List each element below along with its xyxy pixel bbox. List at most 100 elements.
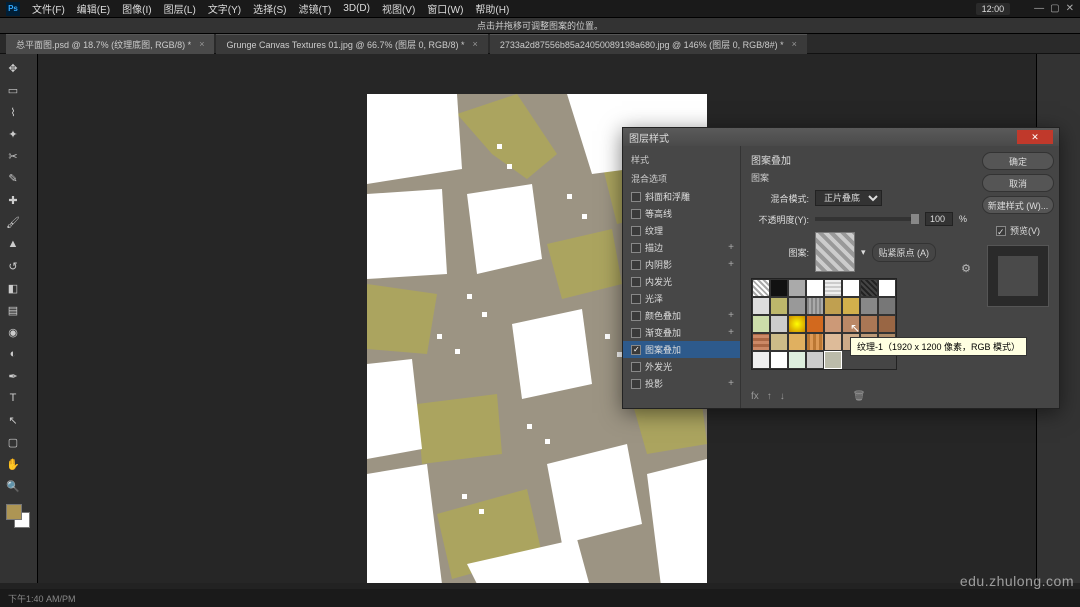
dialog-close-button[interactable]: ✕ xyxy=(1017,130,1053,144)
effect-pattern-overlay[interactable]: 图案叠加 xyxy=(623,341,740,358)
pattern-swatch[interactable] xyxy=(788,333,806,351)
stamp-tool[interactable]: ▲ xyxy=(4,235,22,253)
effect-texture[interactable]: 纹理 xyxy=(623,222,740,239)
pattern-swatch[interactable] xyxy=(824,351,842,369)
menu-file[interactable]: 文件(F) xyxy=(32,1,65,16)
trash-icon[interactable]: 🗑 xyxy=(853,391,866,402)
pattern-swatch[interactable] xyxy=(752,315,770,333)
pattern-swatch[interactable] xyxy=(806,315,824,333)
tab-doc3[interactable]: 2733a2d87556b85a24050089198a680.jpg @ 14… xyxy=(490,34,807,54)
opacity-slider[interactable] xyxy=(815,217,919,221)
crop-tool[interactable]: ✂ xyxy=(4,147,22,165)
effect-bevel[interactable]: 斜面和浮雕 xyxy=(623,188,740,205)
pattern-swatch[interactable] xyxy=(806,279,824,297)
pattern-swatch[interactable] xyxy=(878,279,896,297)
color-swatch[interactable] xyxy=(6,504,30,528)
effect-drop-shadow[interactable]: 投影+ xyxy=(623,375,740,392)
styles-header[interactable]: 样式 xyxy=(623,150,740,169)
tab-doc1[interactable]: 总平面图.psd @ 18.7% (纹理底图, RGB/8) *× xyxy=(6,34,214,54)
close-icon[interactable]: ✕ xyxy=(1066,3,1074,14)
maximize-icon[interactable]: ▢ xyxy=(1050,3,1059,14)
preview-checkbox[interactable]: ✓ xyxy=(996,226,1006,236)
snap-origin-button[interactable]: 贴紧原点 (A) xyxy=(872,243,937,262)
pattern-swatch[interactable] xyxy=(806,333,824,351)
menu-layer[interactable]: 图层(L) xyxy=(164,1,196,16)
dialog-titlebar[interactable]: 图层样式 ✕ xyxy=(623,128,1059,146)
pattern-swatch[interactable] xyxy=(860,279,878,297)
pattern-swatch[interactable] xyxy=(806,297,824,315)
effect-gradient-overlay[interactable]: 渐变叠加+ xyxy=(623,324,740,341)
effect-inner-shadow[interactable]: 内阴影+ xyxy=(623,256,740,273)
lasso-tool[interactable]: ⌇ xyxy=(4,103,22,121)
dodge-tool[interactable]: ◐ xyxy=(4,345,22,363)
pattern-swatch[interactable] xyxy=(770,333,788,351)
heal-tool[interactable]: ✚ xyxy=(4,191,22,209)
pattern-swatch[interactable] xyxy=(788,297,806,315)
menu-type[interactable]: 文字(Y) xyxy=(208,1,241,16)
effect-contour[interactable]: 等高线 xyxy=(623,205,740,222)
arrow-up-icon[interactable]: ↑ xyxy=(767,391,772,402)
tab-close-icon[interactable]: × xyxy=(792,39,797,49)
pattern-swatch[interactable] xyxy=(752,279,770,297)
blur-tool[interactable]: ◉ xyxy=(4,323,22,341)
menu-filter[interactable]: 滤镜(T) xyxy=(299,1,332,16)
pattern-swatch[interactable] xyxy=(788,351,806,369)
pattern-swatch[interactable] xyxy=(878,315,896,333)
history-brush-tool[interactable]: ↺ xyxy=(4,257,22,275)
menu-edit[interactable]: 编辑(E) xyxy=(77,1,110,16)
pattern-swatch[interactable] xyxy=(842,297,860,315)
pattern-swatch[interactable] xyxy=(824,315,842,333)
blend-mode-select[interactable]: 正片叠底 xyxy=(815,190,882,206)
zoom-tool[interactable]: 🔍 xyxy=(4,477,22,495)
pen-tool[interactable]: ✒ xyxy=(4,367,22,385)
menu-help[interactable]: 帮助(H) xyxy=(475,1,509,16)
pattern-swatch[interactable] xyxy=(824,279,842,297)
pattern-swatch[interactable] xyxy=(788,279,806,297)
gradient-tool[interactable]: ▤ xyxy=(4,301,22,319)
effect-stroke[interactable]: 描边+ xyxy=(623,239,740,256)
cancel-button[interactable]: 取消 xyxy=(982,174,1054,192)
eyedropper-tool[interactable]: ✎ xyxy=(4,169,22,187)
pattern-swatch[interactable] xyxy=(824,297,842,315)
move-tool[interactable]: ✥ xyxy=(4,59,22,77)
pattern-preview-well[interactable] xyxy=(815,232,855,272)
pattern-swatch[interactable] xyxy=(824,333,842,351)
effect-satin[interactable]: 光泽 xyxy=(623,290,740,307)
ok-button[interactable]: 确定 xyxy=(982,152,1054,170)
menu-select[interactable]: 选择(S) xyxy=(253,1,286,16)
pattern-swatch[interactable] xyxy=(788,315,806,333)
menu-view[interactable]: 视图(V) xyxy=(382,1,415,16)
path-tool[interactable]: ↖ xyxy=(4,411,22,429)
fx-icon[interactable]: fx xyxy=(751,391,759,402)
pattern-swatch[interactable] xyxy=(878,297,896,315)
effect-inner-glow[interactable]: 内发光 xyxy=(623,273,740,290)
pattern-swatch[interactable] xyxy=(770,297,788,315)
effect-outer-glow[interactable]: 外发光 xyxy=(623,358,740,375)
add-icon[interactable]: + xyxy=(728,242,734,253)
pattern-swatch[interactable] xyxy=(752,333,770,351)
pattern-swatch[interactable] xyxy=(770,279,788,297)
tab-doc2[interactable]: Grunge Canvas Textures 01.jpg @ 66.7% (图… xyxy=(216,34,487,54)
pattern-swatch[interactable] xyxy=(860,315,878,333)
eraser-tool[interactable]: ◧ xyxy=(4,279,22,297)
pattern-dropdown-icon[interactable]: ▾ xyxy=(861,247,866,258)
pattern-swatch[interactable] xyxy=(842,279,860,297)
menu-window[interactable]: 窗口(W) xyxy=(427,1,463,16)
pattern-swatch[interactable] xyxy=(770,315,788,333)
menu-image[interactable]: 图像(I) xyxy=(122,1,151,16)
opacity-input[interactable] xyxy=(925,212,953,226)
tab-close-icon[interactable]: × xyxy=(199,39,204,49)
add-icon[interactable]: + xyxy=(728,378,734,389)
arrow-down-icon[interactable]: ↓ xyxy=(780,391,785,402)
tab-close-icon[interactable]: × xyxy=(473,39,478,49)
new-style-button[interactable]: 新建样式 (W)... xyxy=(982,196,1054,214)
shape-tool[interactable]: ▢ xyxy=(4,433,22,451)
pattern-swatch[interactable] xyxy=(752,297,770,315)
blend-options-row[interactable]: 混合选项 xyxy=(623,169,740,188)
minimize-icon[interactable]: — xyxy=(1034,3,1044,14)
brush-tool[interactable]: 🖌 xyxy=(4,213,22,231)
type-tool[interactable]: T xyxy=(4,389,22,407)
pattern-swatch[interactable] xyxy=(806,351,824,369)
marquee-tool[interactable]: ▭ xyxy=(4,81,22,99)
add-icon[interactable]: + xyxy=(728,310,734,321)
